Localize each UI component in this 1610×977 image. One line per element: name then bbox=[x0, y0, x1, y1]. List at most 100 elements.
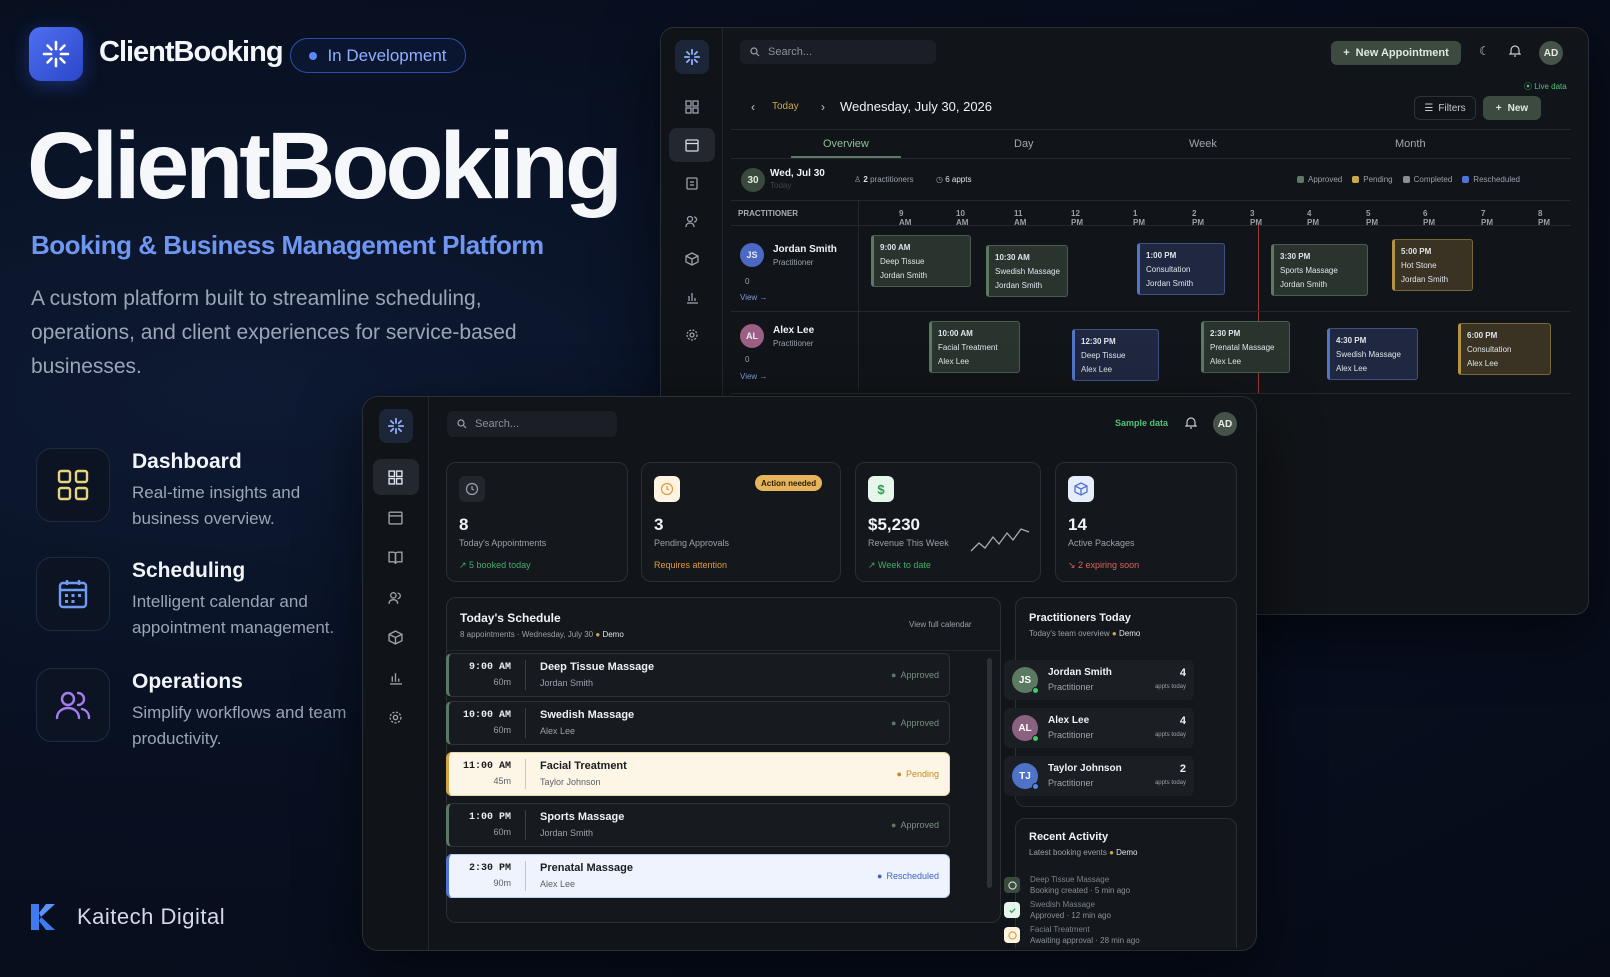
feature-scheduling: Scheduling Intelligent calendar and appoi… bbox=[36, 557, 352, 641]
practitioner-row[interactable]: JS Jordan Smith Practitioner 4 appts today bbox=[1004, 660, 1194, 700]
search-icon bbox=[457, 419, 467, 429]
avatar[interactable]: AD bbox=[1539, 41, 1563, 65]
sidebar-item-dashboard[interactable] bbox=[372, 459, 419, 495]
package-icon bbox=[388, 629, 403, 645]
stat-card-pending[interactable]: Action needed 3 Pending Approvals Requir… bbox=[641, 462, 841, 582]
stat-card-appointments[interactable]: 8 Today's Appointments ↗ 5 booked today bbox=[446, 462, 628, 582]
appointment-block[interactable]: 10:30 AM Swedish Massage Jordan Smith bbox=[986, 245, 1068, 297]
appointment-block[interactable]: 6:00 PM Consultation Alex Lee bbox=[1458, 323, 1551, 375]
scrollbar[interactable] bbox=[987, 658, 992, 888]
sidebar-item-dashboard[interactable] bbox=[669, 90, 715, 124]
clipboard-icon bbox=[685, 177, 698, 190]
sidebar-item-calendar[interactable] bbox=[668, 128, 715, 162]
appointment-block[interactable]: 10:00 AM Facial Treatment Alex Lee bbox=[929, 321, 1020, 373]
legend-completed: Completed bbox=[1402, 175, 1452, 184]
activity-item[interactable]: Facial Treatment Awaiting approval · 28 m… bbox=[1004, 924, 1140, 946]
practitioner-row[interactable]: TJ Taylor Johnson Practitioner 2 appts tod… bbox=[1004, 756, 1194, 796]
sidebar-item-calendar[interactable] bbox=[373, 499, 419, 535]
day-badge: 30 bbox=[741, 168, 765, 192]
activity-item[interactable]: Deep Tissue Massage Booking created · 5 m… bbox=[1004, 874, 1130, 896]
schedule-row[interactable]: 9:00 AM 60m Deep Tissue Massage Jordan Smi… bbox=[446, 653, 950, 697]
feature-dashboard: Dashboard Real-time insights and business… bbox=[36, 448, 352, 532]
app-logo bbox=[29, 27, 83, 81]
feature-operations: Operations Simplify workflows and team pr… bbox=[36, 668, 352, 752]
appointment-block[interactable]: 5:00 PM Hot Stone Jordan Smith bbox=[1392, 239, 1473, 291]
today-button[interactable]: Today bbox=[772, 101, 799, 112]
tab-day[interactable]: Day bbox=[1014, 138, 1034, 150]
view-link[interactable]: View → bbox=[740, 372, 767, 381]
sidebar-item-clients[interactable] bbox=[669, 204, 715, 238]
sidebar bbox=[363, 397, 429, 950]
bell-icon[interactable] bbox=[1508, 44, 1522, 62]
moon-icon[interactable]: ☾ bbox=[1479, 44, 1490, 58]
calendar-icon bbox=[36, 557, 110, 631]
status-badge: ● Rescheduled bbox=[877, 871, 939, 881]
practitioner-name: Alex Lee bbox=[773, 325, 815, 336]
practitioner-header: PRACTITIONER bbox=[738, 209, 798, 218]
search-input[interactable]: Search... bbox=[740, 40, 936, 64]
appointment-block[interactable]: 2:30 PM Prenatal Massage Alex Lee bbox=[1201, 321, 1290, 373]
appt-count: 0 bbox=[745, 355, 750, 364]
search-icon bbox=[750, 47, 760, 57]
sidebar-item-reports[interactable] bbox=[669, 280, 715, 314]
activity-item[interactable]: Swedish Massage Approved · 12 min ago bbox=[1004, 899, 1111, 921]
filters-button[interactable]: ☰ Filters bbox=[1414, 96, 1476, 120]
practitioner-role: Practitioner bbox=[773, 258, 814, 267]
new-button[interactable]: + New bbox=[1483, 96, 1541, 120]
prev-arrow-icon[interactable]: ‹ bbox=[751, 100, 755, 114]
clock-icon bbox=[654, 476, 680, 502]
sidebar-item-clients[interactable] bbox=[373, 579, 419, 615]
schedule-row[interactable]: 10:00 AM 60m Swedish Massage Alex Lee ● App… bbox=[446, 701, 950, 745]
sidebar-item-packages[interactable] bbox=[669, 242, 715, 276]
avatar[interactable]: AD bbox=[1213, 412, 1237, 436]
calendar-icon bbox=[388, 510, 403, 525]
company-logo: Kaitech Digital bbox=[29, 902, 225, 932]
hero-subtitle: Booking & Business Management Platform bbox=[31, 230, 544, 260]
tab-month[interactable]: Month bbox=[1395, 138, 1426, 150]
sidebar-item-settings[interactable] bbox=[373, 699, 419, 735]
search-input[interactable]: Search... bbox=[447, 411, 617, 437]
sidebar-logo[interactable] bbox=[674, 40, 709, 74]
schedule-row[interactable]: 1:00 PM 60m Sports Massage Jordan Smith ● A… bbox=[446, 803, 950, 847]
sparkle-icon bbox=[42, 40, 70, 68]
stat-card-packages[interactable]: 14 Active Packages ↘ 2 expiring soon bbox=[1055, 462, 1237, 582]
sidebar-item-tasks[interactable] bbox=[669, 166, 715, 200]
clock-icon bbox=[1004, 877, 1020, 893]
appointment-block[interactable]: 12:30 PM Deep Tissue Alex Lee bbox=[1072, 329, 1159, 381]
next-arrow-icon[interactable]: › bbox=[821, 100, 825, 114]
hero-description: A custom platform built to streamline sc… bbox=[31, 287, 517, 378]
avatar: AL bbox=[1012, 715, 1039, 742]
appointment-block[interactable]: 1:00 PM Consultation Jordan Smith bbox=[1137, 243, 1225, 295]
legend-rescheduled: Rescheduled bbox=[1462, 175, 1520, 184]
status-badge: ● Approved bbox=[891, 670, 939, 680]
schedule-row[interactable]: 11:00 AM 45m Facial Treatment Taylor Johns… bbox=[446, 752, 950, 796]
practitioner-row[interactable]: AL Alex Lee Practitioner 4 appts today bbox=[1004, 708, 1194, 748]
calendar-icon bbox=[684, 139, 699, 152]
appointment-block[interactable]: 4:30 PM Swedish Massage Alex Lee bbox=[1327, 328, 1418, 380]
schedule-title: Today's Schedule bbox=[460, 611, 561, 625]
sidebar-item-settings[interactable] bbox=[669, 318, 715, 352]
status-badge: ● Pending bbox=[896, 769, 939, 779]
sidebar-item-services[interactable] bbox=[373, 539, 419, 575]
appointment-block[interactable]: 9:00 AM Deep Tissue Jordan Smith bbox=[871, 235, 971, 287]
view-full-calendar-link[interactable]: View full calendar bbox=[909, 620, 972, 629]
live-data-indicator: ⦿ Live data bbox=[1524, 82, 1567, 91]
bar-chart-icon bbox=[390, 672, 402, 685]
tab-overview[interactable]: Overview bbox=[823, 138, 869, 150]
schedule-row[interactable]: 2:30 PM 90m Prenatal Massage Alex Lee ● Res… bbox=[446, 854, 950, 898]
dollar-icon: $ bbox=[868, 476, 894, 502]
tab-week[interactable]: Week bbox=[1189, 138, 1217, 150]
sidebar-item-packages[interactable] bbox=[373, 619, 419, 655]
sample-data-label: Sample data bbox=[1115, 418, 1169, 428]
sidebar-logo[interactable] bbox=[378, 409, 413, 443]
sidebar-item-reports[interactable] bbox=[373, 659, 419, 695]
status-pill: In Development bbox=[290, 38, 466, 73]
view-link[interactable]: View → bbox=[740, 293, 767, 302]
hero-title: ClientBooking bbox=[27, 113, 623, 219]
bell-icon[interactable] bbox=[1184, 416, 1198, 434]
appointment-block[interactable]: 3:30 PM Sports Massage Jordan Smith bbox=[1271, 244, 1368, 296]
users-icon bbox=[36, 668, 110, 742]
new-appointment-button[interactable]: + New Appointment bbox=[1331, 41, 1461, 65]
stat-card-revenue[interactable]: $ $5,230 Revenue This Week ↗ Week to dat… bbox=[855, 462, 1041, 582]
calendar-legend: Approved Pending Completed Rescheduled bbox=[1297, 175, 1520, 184]
